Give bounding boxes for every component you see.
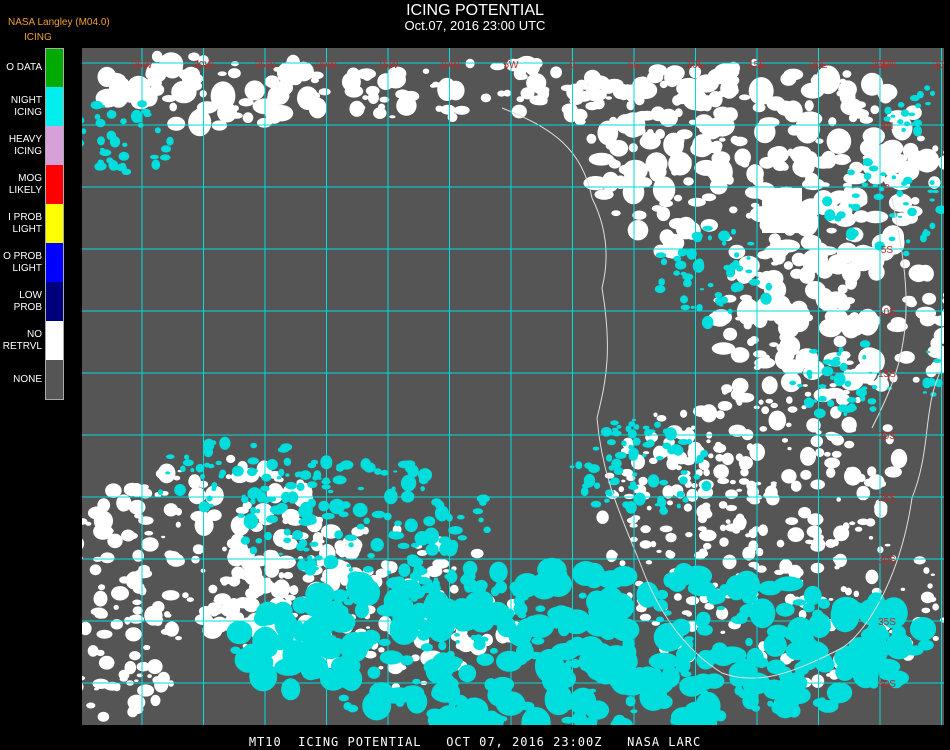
lon-label: 35W (132, 60, 153, 71)
lat-label: 35S (878, 617, 896, 628)
lon-label: 15E (748, 60, 766, 71)
lat-label: 30S (878, 555, 896, 566)
legend-item-label: I PROB LIGHT (8, 211, 42, 235)
legend-item-label: NIGHT ICING (10, 94, 42, 118)
lat-label: 10N (878, 59, 896, 70)
lat-label: 20S (878, 431, 896, 442)
map-timestamp: Oct.07, 2016 23:00 UTC (404, 18, 546, 33)
lon-label: 30W (193, 60, 214, 71)
legend-item: O DATA (0, 48, 66, 87)
legend-item: O PROB LIGHT (0, 243, 66, 282)
legend-item: MOG LIKELY (0, 165, 66, 204)
legend-swatch (46, 360, 64, 399)
lon-label: 30E (933, 60, 944, 71)
legend: O DATA NIGHT ICING HEAVY ICING MOG LIKELY I … (0, 48, 66, 399)
legend-item: I PROB LIGHT (0, 204, 66, 243)
legend-swatch (46, 243, 64, 282)
legend-swatch (46, 282, 64, 321)
legend-item: LOW PROB (0, 282, 66, 321)
lon-label: 15W (378, 60, 399, 71)
legend-swatch (46, 126, 64, 165)
lat-label: 5N (881, 121, 894, 132)
legend-item-label: MOG LIKELY (8, 172, 42, 196)
legend-item: NO RETRVL (0, 321, 66, 360)
lat-label: 40S (878, 679, 896, 690)
legend-swatch (46, 321, 64, 360)
lat-label: 0 (884, 183, 890, 194)
legend-item: NONE (0, 360, 66, 399)
legend-swatch (46, 165, 64, 204)
icing-map: 35W30W25W20W15W10W5W05E10E15E20E25E30E35… (82, 48, 944, 725)
lat-label: 15S (878, 369, 896, 380)
legend-item: HEAVY ICING (0, 126, 66, 165)
lon-label: 20E (810, 60, 828, 71)
lon-label: 10W (439, 60, 460, 71)
legend-item-label: HEAVY ICING (8, 133, 42, 157)
lon-label: 5E (628, 60, 641, 71)
lat-label: 10S (878, 307, 896, 318)
legend-item-label: NONE (13, 373, 42, 385)
footer-caption: MT10 ICING POTENTIAL OCT 07, 2016 23:00Z… (248, 735, 702, 749)
legend-title: ICING (24, 32, 52, 43)
legend-swatch (46, 87, 64, 126)
map-canvas: 35W30W25W20W15W10W5W05E10E15E20E25E30E35… (82, 48, 944, 725)
legend-item-label: O PROB LIGHT (3, 250, 42, 274)
lon-label: 5W (504, 60, 520, 71)
legend-item-label: NO RETRVL (2, 328, 42, 352)
legend-swatch (46, 204, 64, 243)
legend-item-label: O DATA (6, 61, 42, 73)
legend-item: NIGHT ICING (0, 87, 66, 126)
lon-label: 20W (316, 60, 337, 71)
lon-label: 25W (255, 60, 276, 71)
lat-label: 25S (878, 493, 896, 504)
legend-swatch (46, 48, 64, 87)
lat-label: 5S (881, 245, 894, 256)
lon-label: 0 (570, 60, 576, 71)
org-label: NASA Langley (M04.0) (8, 17, 110, 28)
lon-label: 10E (687, 60, 705, 71)
legend-item-label: LOW PROB (13, 289, 42, 313)
